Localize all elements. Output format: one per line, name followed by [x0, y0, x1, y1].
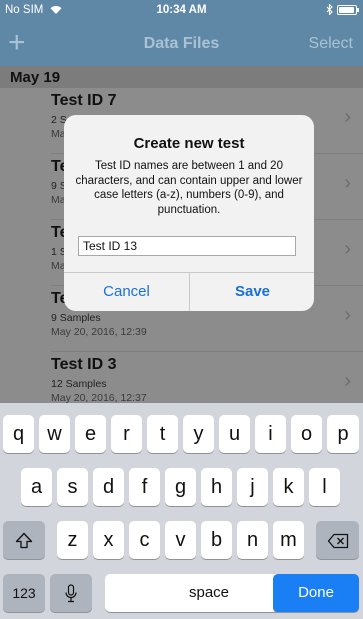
status-time: 10:34 AM — [156, 4, 207, 16]
keyboard: q w e r t y u i o p a s d f g h j k l z … — [0, 403, 363, 619]
chevron-right-icon: › — [344, 304, 351, 326]
microphone-icon — [65, 584, 77, 602]
done-key[interactable]: Done — [273, 574, 359, 612]
key-q[interactable]: q — [3, 415, 34, 453]
key-g[interactable]: g — [165, 468, 196, 506]
key-e[interactable]: e — [75, 415, 106, 453]
chevron-right-icon: › — [344, 370, 351, 392]
key-z[interactable]: z — [57, 521, 88, 559]
test-date: May 20, 2016, 12:39 — [51, 326, 147, 338]
key-j[interactable]: j — [237, 468, 268, 506]
key-i[interactable]: i — [255, 415, 286, 453]
chevron-right-icon: › — [344, 172, 351, 194]
backspace-icon — [327, 533, 348, 548]
key-x[interactable]: x — [93, 521, 124, 559]
delete-key[interactable] — [316, 521, 359, 559]
key-p[interactable]: p — [327, 415, 359, 453]
key-b[interactable]: b — [201, 521, 232, 559]
chevron-right-icon: › — [344, 106, 351, 128]
key-k[interactable]: k — [273, 468, 304, 506]
status-right-group — [326, 4, 359, 15]
app-screen: No SIM 10:34 AM + Data Files Select May … — [0, 0, 363, 619]
key-m[interactable]: m — [273, 521, 304, 559]
key-a[interactable]: a — [21, 468, 52, 506]
sample-count: 12 Samples — [51, 378, 107, 390]
microphone-key[interactable] — [50, 574, 92, 612]
create-test-dialog: Create new test Test ID names are betwee… — [64, 115, 314, 311]
key-t[interactable]: t — [147, 415, 178, 453]
key-s[interactable]: s — [57, 468, 88, 506]
key-f[interactable]: f — [129, 468, 160, 506]
key-y[interactable]: y — [183, 415, 214, 453]
section-title: May 19 — [10, 69, 61, 86]
cancel-button[interactable]: Cancel — [64, 272, 189, 311]
numbers-key[interactable]: 123 — [3, 574, 45, 612]
key-d[interactable]: d — [93, 468, 124, 506]
test-name: Test ID 7 — [51, 92, 117, 109]
select-button[interactable]: Select — [309, 35, 353, 53]
bluetooth-icon — [326, 4, 333, 15]
test-id-input[interactable] — [78, 236, 296, 256]
key-c[interactable]: c — [129, 521, 160, 559]
status-bar: No SIM 10:34 AM — [0, 0, 363, 22]
navigation-bar: + Data Files Select — [0, 22, 363, 66]
dialog-title: Create new test — [133, 135, 245, 152]
battery-icon — [337, 4, 359, 15]
save-button[interactable]: Save — [190, 272, 314, 311]
section-header: May 19 — [0, 66, 363, 88]
key-u[interactable]: u — [219, 415, 250, 453]
key-o[interactable]: o — [291, 415, 322, 453]
shift-icon — [15, 533, 33, 549]
sample-count: 9 Samples — [51, 312, 101, 324]
shift-key[interactable] — [3, 521, 45, 559]
key-h[interactable]: h — [201, 468, 232, 506]
dialog-message: Test ID names are between 1 and 20 chara… — [75, 160, 303, 216]
key-n[interactable]: n — [237, 521, 268, 559]
chevron-right-icon: › — [344, 238, 351, 260]
test-name: Test ID 3 — [51, 356, 117, 373]
key-l[interactable]: l — [309, 468, 340, 506]
key-w[interactable]: w — [39, 415, 70, 453]
key-r[interactable]: r — [111, 415, 142, 453]
key-v[interactable]: v — [165, 521, 196, 559]
